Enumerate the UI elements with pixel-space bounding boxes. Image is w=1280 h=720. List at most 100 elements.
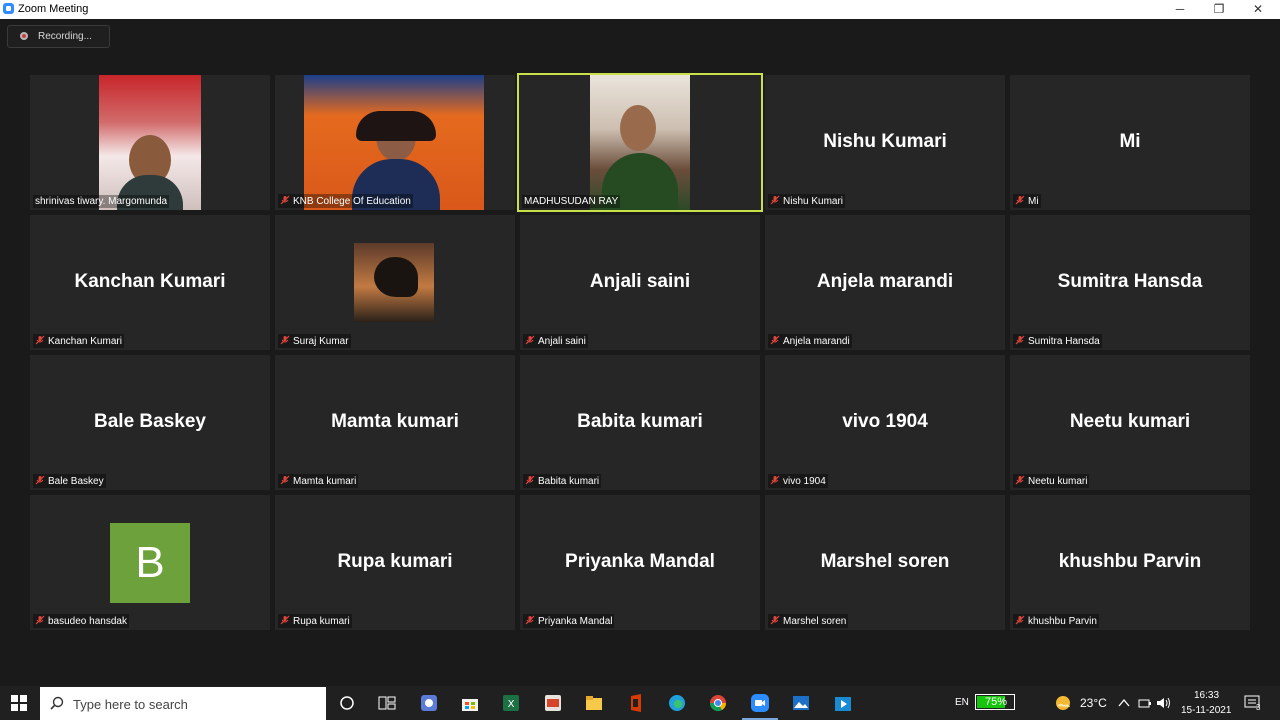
- file-explorer-icon[interactable]: [584, 693, 604, 713]
- participant-tile[interactable]: Mamta kumari Mamta kumari: [275, 355, 515, 490]
- participant-name: Kanchan Kumari: [48, 336, 122, 347]
- participant-caption: Sumitra Hansda: [1013, 334, 1102, 348]
- participant-caption: Anjela marandi: [768, 334, 852, 348]
- participant-caption: Suraj Kumar: [278, 334, 351, 348]
- participant-video: [99, 75, 201, 210]
- participant-name: Mi: [1028, 196, 1039, 207]
- zoom-app-icon: [3, 3, 14, 14]
- battery-indicator[interactable]: 75%: [975, 694, 1015, 710]
- muted-mic-icon: [525, 475, 535, 485]
- participant-caption: shrinivas tiwary. Margomunda: [33, 195, 170, 208]
- participant-display-name: Anjali saini: [589, 271, 691, 292]
- participant-video: [304, 75, 484, 210]
- muted-mic-icon: [1015, 615, 1025, 625]
- participant-name: basudeo hansdak: [48, 616, 127, 627]
- participant-display-name: Mamta kumari: [331, 411, 459, 432]
- participant-caption: MADHUSUDAN RAY: [522, 195, 621, 208]
- participant-caption: khushbu Parvin: [1013, 614, 1099, 628]
- participant-tile[interactable]: Anjela marandi Anjela marandi: [765, 215, 1005, 350]
- meeting-gallery: Recording... shrinivas tiwary. Margomund…: [0, 19, 1280, 686]
- muted-mic-icon: [35, 335, 45, 345]
- participant-tile[interactable]: B basudeo hansdak: [30, 495, 270, 630]
- participant-tile[interactable]: Kanchan Kumari Kanchan Kumari: [30, 215, 270, 350]
- edge-icon[interactable]: [667, 693, 687, 713]
- hair-shape: [356, 111, 436, 141]
- store-icon[interactable]: [460, 693, 480, 713]
- cortana-icon[interactable]: [337, 693, 357, 713]
- participant-caption: Mi: [1013, 194, 1041, 208]
- participant-tile[interactable]: Rupa kumari Rupa kumari: [275, 495, 515, 630]
- participant-name: Bale Baskey: [48, 476, 104, 487]
- office-icon[interactable]: [626, 693, 646, 713]
- participant-tile[interactable]: Marshel soren Marshel soren: [765, 495, 1005, 630]
- participant-caption: Kanchan Kumari: [33, 334, 124, 348]
- muted-mic-icon: [770, 475, 780, 485]
- excel-icon[interactable]: X: [501, 693, 521, 713]
- pdf-reader-icon[interactable]: [543, 693, 563, 713]
- participant-caption: vivo 1904: [768, 474, 828, 488]
- participant-tile[interactable]: Anjali saini Anjali saini: [520, 215, 760, 350]
- power-plug-icon[interactable]: [1137, 696, 1151, 710]
- participant-display-name: Nishu Kumari: [823, 131, 947, 152]
- participant-caption: Babita kumari: [523, 474, 602, 488]
- media-player-icon[interactable]: [833, 693, 853, 713]
- participant-display-name: Sumitra Hansda: [1057, 271, 1203, 292]
- participant-display-name: Marshel soren: [820, 551, 950, 572]
- recording-indicator[interactable]: Recording...: [7, 25, 110, 48]
- taskbar-search-box[interactable]: Type here to search: [40, 687, 326, 720]
- participant-name: vivo 1904: [783, 476, 826, 487]
- chrome-icon[interactable]: [708, 693, 728, 713]
- participant-display-name: khushbu Parvin: [1058, 551, 1202, 572]
- participant-name: khushbu Parvin: [1028, 616, 1097, 627]
- profile-picture: [354, 243, 434, 322]
- participant-tile[interactable]: Suraj Kumar: [275, 215, 515, 350]
- participant-name: MADHUSUDAN RAY: [524, 196, 619, 207]
- participant-tile[interactable]: khushbu Parvin khushbu Parvin: [1010, 495, 1250, 630]
- restore-button[interactable]: ❐: [1199, 0, 1239, 19]
- clock-time[interactable]: 16:33: [1194, 690, 1219, 701]
- chat-app-icon[interactable]: [419, 693, 439, 713]
- participant-caption: KNB College Of Education: [278, 194, 413, 208]
- chevron-up-icon[interactable]: [1117, 696, 1131, 710]
- participant-name: Babita kumari: [538, 476, 600, 487]
- participant-caption: basudeo hansdak: [33, 614, 129, 628]
- participant-tile[interactable]: Sumitra Hansda Sumitra Hansda: [1010, 215, 1250, 350]
- participant-display-name: Mi: [1119, 131, 1141, 152]
- photos-icon[interactable]: [791, 693, 811, 713]
- participant-tile[interactable]: Bale Baskey Bale Baskey: [30, 355, 270, 490]
- participant-tile[interactable]: shrinivas tiwary. Margomunda: [30, 75, 270, 210]
- minimize-button[interactable]: ─: [1160, 0, 1200, 19]
- notification-center-icon[interactable]: 3: [1244, 694, 1264, 712]
- language-indicator[interactable]: EN: [955, 697, 969, 708]
- muted-mic-icon: [1015, 195, 1025, 205]
- svg-text:X: X: [508, 699, 515, 710]
- muted-mic-icon: [1015, 475, 1025, 485]
- runner-silhouette: [374, 257, 418, 297]
- participant-tile[interactable]: KNB College Of Education: [275, 75, 515, 210]
- muted-mic-icon: [525, 335, 535, 345]
- participant-tile[interactable]: Babita kumari Babita kumari: [520, 355, 760, 490]
- participant-tile[interactable]: Neetu kumari Neetu kumari: [1010, 355, 1250, 490]
- windows-start-icon[interactable]: [11, 695, 27, 711]
- participant-caption: Anjali saini: [523, 334, 588, 348]
- avatar: B: [110, 523, 190, 603]
- battery-percent: 75%: [984, 696, 1008, 708]
- clock-date[interactable]: 15-11-2021: [1181, 705, 1231, 716]
- muted-mic-icon: [770, 195, 780, 205]
- active-speaker-tile[interactable]: MADHUSUDAN RAY: [517, 73, 763, 212]
- muted-mic-icon: [770, 615, 780, 625]
- participant-display-name: vivo 1904: [842, 411, 928, 432]
- participant-tile[interactable]: Mi Mi: [1010, 75, 1250, 210]
- participant-tile[interactable]: Priyanka Mandal Priyanka Mandal: [520, 495, 760, 630]
- close-button[interactable]: ✕: [1238, 0, 1278, 19]
- participant-display-name: Babita kumari: [577, 411, 703, 432]
- temperature[interactable]: 23°C: [1080, 696, 1107, 710]
- zoom-taskbar-icon[interactable]: [750, 693, 770, 713]
- participant-tile[interactable]: Nishu Kumari Nishu Kumari: [765, 75, 1005, 210]
- participant-display-name: Rupa kumari: [337, 551, 453, 572]
- participant-caption: Mamta kumari: [278, 474, 359, 488]
- weather-icon[interactable]: [1054, 694, 1072, 712]
- task-view-icon[interactable]: [377, 693, 397, 713]
- volume-icon[interactable]: [1156, 696, 1172, 710]
- participant-tile[interactable]: vivo 1904 vivo 1904: [765, 355, 1005, 490]
